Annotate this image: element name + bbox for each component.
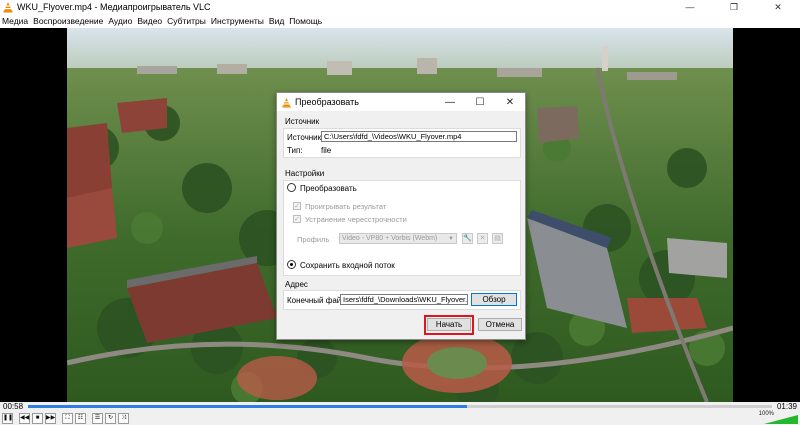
previous-icon[interactable]: ◀◀	[19, 412, 30, 424]
profile-value: Video - VP80 + Vorbis (Webm)	[342, 235, 438, 242]
settings-section-label: Настройки	[285, 169, 325, 178]
browse-button[interactable]: Обзор	[471, 293, 517, 306]
extended-settings-icon[interactable]: ☷	[75, 412, 86, 424]
menu-help[interactable]: Помощь	[289, 16, 322, 26]
play-result-label: Проигрывать результат	[305, 202, 387, 211]
title-bar: WKU_Flyover.mp4 - Медиапроигрыватель VLC…	[0, 0, 800, 14]
vlc-cone-icon	[282, 97, 291, 108]
deinterlace-checkbox[interactable]: ✓	[293, 215, 301, 223]
close-button[interactable]: ✕	[756, 0, 800, 14]
cancel-button[interactable]: Отмена	[478, 318, 522, 331]
start-button[interactable]: Начать	[427, 318, 471, 331]
dialog-minimize-button[interactable]: —	[435, 93, 465, 111]
volume-slider[interactable]	[764, 415, 798, 424]
destination-file-input[interactable]: Isers\fdfd_\Downloads\WKU_Flyover.mp4	[340, 294, 468, 305]
menu-playback[interactable]: Воспроизведение	[33, 16, 103, 26]
destination-section-label: Адрес	[285, 280, 308, 289]
deinterlace-label: Устранение чересстрочности	[305, 215, 407, 224]
minimize-button[interactable]: —	[668, 0, 712, 14]
wrench-icon[interactable]: 🔧	[462, 233, 473, 244]
window-title: WKU_Flyover.mp4 - Медиапроигрыватель VLC	[17, 2, 211, 12]
menu-bar: Медиа Воспроизведение Аудио Видео Субтит…	[0, 14, 800, 28]
convert-label: Преобразовать	[300, 184, 357, 193]
menu-video[interactable]: Видео	[137, 16, 162, 26]
type-value: file	[321, 146, 332, 155]
menu-tools[interactable]: Инструменты	[211, 16, 264, 26]
playlist-icon[interactable]: ☰	[92, 412, 103, 424]
destination-file-label: Конечный файл:	[287, 296, 349, 305]
dialog-title-bar: Преобразовать — ☐ ✕	[277, 93, 525, 111]
source-section-label: Источник	[285, 117, 320, 126]
keep-stream-label: Сохранить входной поток	[300, 261, 395, 270]
dialog-close-button[interactable]: ✕	[495, 93, 525, 111]
convert-radio[interactable]	[287, 183, 296, 192]
vlc-cone-icon	[3, 2, 13, 13]
chevron-down-icon: ▼	[448, 236, 454, 242]
total-time: 01:39	[776, 402, 797, 411]
convert-dialog: Преобразовать — ☐ ✕ Источник Источник: C…	[276, 92, 526, 340]
pause-icon[interactable]: ❚❚	[2, 412, 13, 424]
loop-icon[interactable]: ↻	[105, 412, 116, 424]
play-result-checkbox[interactable]: ✓	[293, 202, 301, 210]
profile-label: Профиль	[297, 235, 330, 244]
keep-stream-radio[interactable]	[287, 260, 296, 269]
next-icon[interactable]: ▶▶	[45, 412, 56, 424]
seek-progress	[28, 405, 467, 408]
dialog-maximize-button[interactable]: ☐	[465, 93, 495, 111]
delete-icon[interactable]: ✕	[477, 233, 488, 244]
menu-view[interactable]: Вид	[269, 16, 284, 26]
menu-subtitles[interactable]: Субтитры	[167, 16, 206, 26]
new-profile-icon[interactable]: ▤	[492, 233, 503, 244]
shuffle-icon[interactable]: ⤨	[118, 412, 129, 424]
maximize-button[interactable]: ❐	[712, 0, 756, 14]
seek-slider[interactable]	[28, 405, 772, 408]
stop-icon[interactable]: ■	[32, 412, 43, 424]
seekbar-row: 00:58 01:39	[0, 402, 800, 411]
elapsed-time: 00:58	[3, 402, 24, 411]
dialog-title: Преобразовать	[295, 97, 359, 107]
type-label: Тип:	[287, 146, 303, 155]
source-input[interactable]: C:\Users\fdfd_\Videos\WKU_Flyover.mp4	[321, 131, 517, 142]
fullscreen-icon[interactable]: ⛶	[62, 412, 73, 424]
source-label: Источник:	[287, 133, 324, 142]
controls-row: ❚❚ ◀◀ ■ ▶▶ ⛶ ☷ ☰ ↻ ⤨ 100%	[0, 411, 800, 425]
profile-select[interactable]: Video - VP80 + Vorbis (Webm) ▼	[339, 233, 457, 244]
menu-media[interactable]: Медиа	[2, 16, 28, 26]
menu-audio[interactable]: Аудио	[108, 16, 132, 26]
